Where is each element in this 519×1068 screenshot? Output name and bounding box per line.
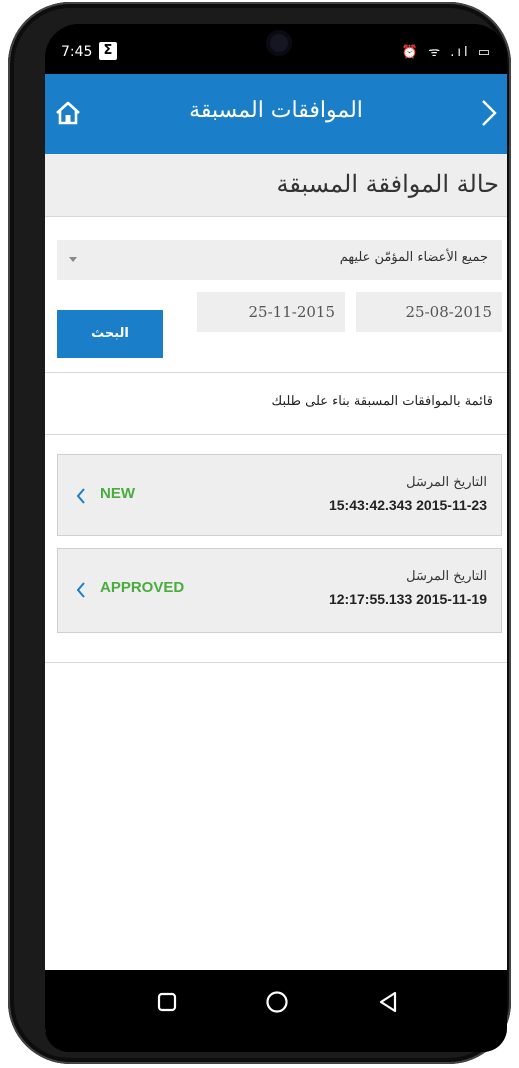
camera-icon bbox=[266, 30, 292, 56]
member-select[interactable]: جميع الأعضاء المؤمّن عليهم bbox=[57, 240, 502, 280]
date-label: التاريخ المرسَل bbox=[406, 569, 487, 584]
date-value: 15:43:42.343 2015-11-23 bbox=[328, 497, 487, 513]
list-item[interactable]: NEW التاريخ المرسَل 15:43:42.343 2015-11… bbox=[57, 454, 502, 536]
home-icon[interactable] bbox=[55, 100, 81, 126]
home-circle-icon[interactable] bbox=[265, 990, 289, 1014]
section-header: حالة الموافقة المسبقة bbox=[45, 154, 507, 217]
status-badge: APPROVED bbox=[100, 579, 185, 596]
search-button[interactable]: البحث bbox=[57, 310, 163, 358]
recents-icon[interactable] bbox=[157, 992, 177, 1012]
chevron-left-icon bbox=[76, 488, 85, 504]
sigma-icon: Σ bbox=[99, 42, 117, 60]
date-from-field[interactable]: 25-08-2015 bbox=[356, 292, 502, 332]
date-to-field[interactable]: 25-11-2015 bbox=[197, 292, 345, 332]
member-select-value: جميع الأعضاء المؤمّن عليهم bbox=[339, 250, 488, 265]
status-badge: NEW bbox=[100, 485, 135, 502]
list-caption: قائمة بالموافقات المسبقة بناء على طلبك bbox=[271, 394, 493, 409]
system-nav-bar bbox=[45, 970, 507, 1052]
app-bar: الموافقات المسبقة bbox=[45, 74, 507, 154]
phone-frame: 7:45 Σ ⏰ ᯤ .ıl ▭ الموافقات المسبقة حالة … bbox=[8, 2, 511, 1064]
status-icons: ⏰ ᯤ .ıl ▭ bbox=[401, 45, 493, 60]
date-value: 12:17:55.133 2015-11-19 bbox=[328, 591, 487, 607]
chevron-left-icon bbox=[76, 582, 85, 598]
section-title: حالة الموافقة المسبقة bbox=[276, 170, 499, 198]
content: حالة الموافقة المسبقة جميع الأعضاء المؤم… bbox=[45, 154, 507, 1032]
status-time: 7:45 bbox=[61, 44, 93, 60]
page-title: الموافقات المسبقة bbox=[189, 98, 363, 123]
date-label: التاريخ المرسَل bbox=[406, 475, 487, 490]
chevron-right-icon[interactable] bbox=[479, 98, 499, 128]
list-item[interactable]: APPROVED التاريخ المرسَل 12:17:55.133 20… bbox=[57, 548, 502, 633]
divider bbox=[45, 662, 507, 663]
back-triangle-icon[interactable] bbox=[377, 990, 399, 1014]
screen: 7:45 Σ ⏰ ᯤ .ıl ▭ الموافقات المسبقة حالة … bbox=[45, 24, 507, 1052]
divider bbox=[45, 372, 507, 373]
divider bbox=[45, 434, 507, 435]
dropdown-arrow-icon bbox=[69, 257, 77, 262]
